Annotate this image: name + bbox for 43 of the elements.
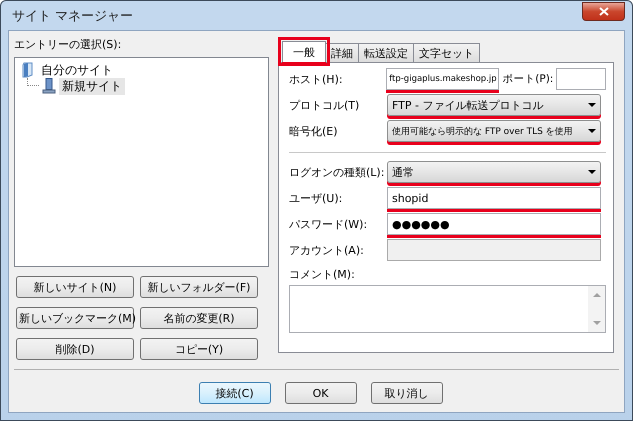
close-icon bbox=[598, 7, 608, 16]
entry-button[interactable]: 新しいサイト(N) bbox=[16, 276, 134, 298]
entry-button[interactable]: 新しいフォルダー(F) bbox=[140, 276, 258, 298]
field-label: ログオンの種類(L): bbox=[289, 164, 386, 180]
tree-item[interactable]: 自分のサイト bbox=[38, 62, 116, 78]
caret-icon bbox=[588, 128, 596, 134]
dropdown[interactable]: 使用可能なら明示的な FTP over TLS を使用 bbox=[387, 120, 601, 142]
caret-icon bbox=[588, 170, 596, 174]
server-icon bbox=[42, 78, 56, 94]
dropdown[interactable]: FTP - ファイル転送プロトコル bbox=[387, 94, 601, 116]
close-button[interactable] bbox=[582, 2, 625, 21]
port-label: ポート(P): bbox=[501, 72, 554, 86]
comment-label: コメント(M): bbox=[289, 267, 356, 282]
scroll-down-icon bbox=[592, 321, 600, 326]
field-label: ユーザ(U): bbox=[289, 190, 344, 206]
dropdown[interactable]: 通常 bbox=[387, 161, 601, 183]
tree-item[interactable]: 新規サイト bbox=[59, 78, 125, 94]
dialog-button[interactable]: 接続(C) bbox=[198, 382, 270, 404]
tab[interactable]: 転送設定 bbox=[358, 43, 414, 62]
host-label: ホスト(H): bbox=[289, 72, 344, 86]
field-label: パスワード(W): bbox=[289, 216, 368, 232]
field-label: アカウント(A): bbox=[289, 242, 365, 258]
entry-button[interactable]: 削除(D) bbox=[16, 338, 134, 360]
input-field[interactable]: ●●●●●● bbox=[387, 213, 601, 235]
comment-field[interactable] bbox=[289, 285, 606, 333]
entry-label: エントリーの選択(S): bbox=[14, 37, 122, 52]
scroll-up-icon bbox=[592, 292, 600, 297]
port-field[interactable] bbox=[556, 68, 606, 90]
tab[interactable]: 文字セット bbox=[413, 43, 480, 62]
folder-icon bbox=[21, 62, 35, 78]
input-field[interactable]: shopid bbox=[387, 187, 601, 209]
entry-button[interactable]: 名前の変更(R) bbox=[140, 307, 258, 329]
host-field[interactable]: ftp-gigaplus.makeshop.jp bbox=[386, 68, 500, 90]
field-label: プロトコル(T) bbox=[289, 98, 360, 112]
dialog-button[interactable]: 取り消し bbox=[370, 382, 442, 404]
window-title: サイト マネージャー bbox=[11, 8, 134, 24]
tree-connector bbox=[27, 78, 39, 86]
caret-icon bbox=[588, 102, 596, 108]
entry-button[interactable]: 新しいブックマーク(M) bbox=[16, 307, 134, 329]
entry-button[interactable]: コピー(Y) bbox=[140, 338, 258, 360]
dialog-button[interactable]: OK bbox=[284, 382, 356, 404]
scrollbar[interactable] bbox=[588, 286, 605, 332]
field-label: 暗号化(E) bbox=[289, 124, 339, 138]
